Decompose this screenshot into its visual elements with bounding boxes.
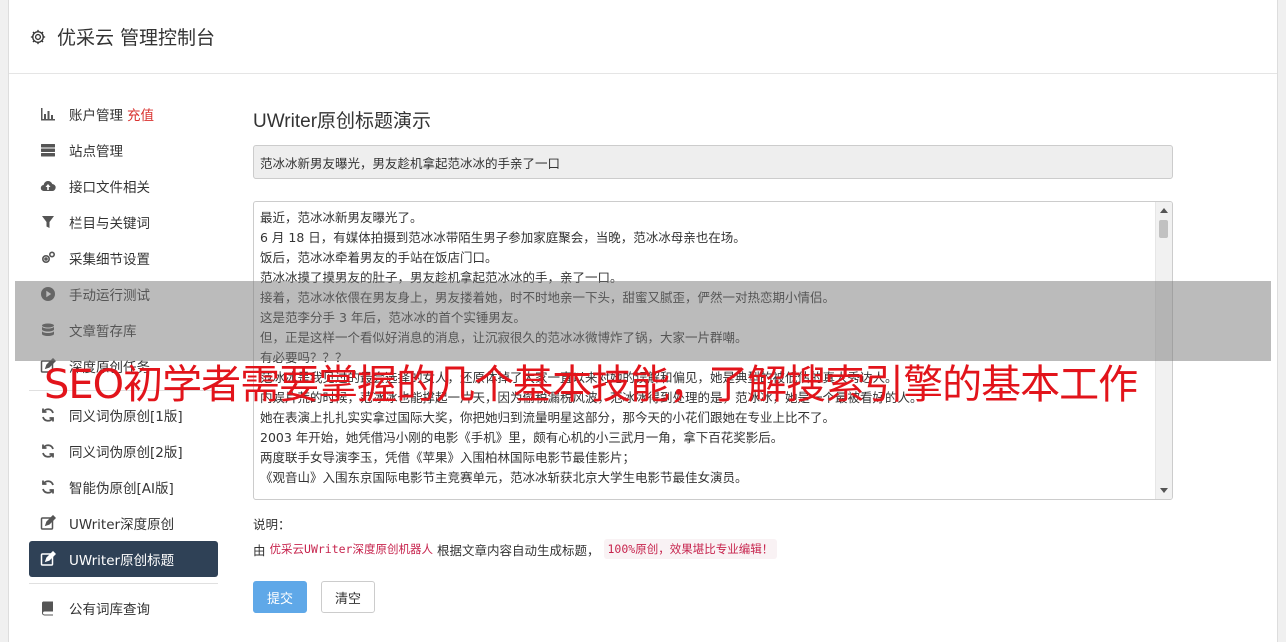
- cloud-upload-icon: [39, 177, 57, 195]
- sidebar-item-uwriter-deep[interactable]: UWriter深度原创: [29, 505, 218, 541]
- explain-text: 由 优采云UWriter深度原创机器人 根据文章内容自动生成标题， 100%原创…: [253, 539, 1173, 559]
- explain-prefix: 由: [253, 542, 266, 558]
- body-line: 《观音山》入围东京国际电影节主竞赛单元，范冰冰斩获北京大学生电影节最佳女演员。: [260, 470, 748, 485]
- header: 优采云 管理控制台: [9, 0, 1277, 74]
- sidebar-item-public-lexicon[interactable]: 公有词库查询: [29, 590, 218, 626]
- explain-label: 说明：: [253, 517, 291, 532]
- sidebar-item-label: 智能伪原创[AI版]: [69, 481, 174, 497]
- body-line: 她在表演上扎扎实实拿过国际大奖，你把她归到流量明星这部分，那今天的小花们跟她在专…: [260, 410, 836, 425]
- gear-icon: [30, 29, 46, 44]
- action-buttons: 提交 清空: [253, 581, 1173, 613]
- sidebar-item-collect-settings[interactable]: 采集细节设置: [29, 240, 218, 276]
- explain-mid: 根据文章内容自动生成标题，: [436, 542, 600, 558]
- bar-chart-icon: [39, 105, 57, 123]
- page-title: 优采云 管理控制台: [57, 27, 216, 49]
- sidebar-item-label: 栏目与关键词: [69, 216, 150, 232]
- sidebar-item-account[interactable]: 账户管理 充值: [29, 96, 218, 132]
- clear-button[interactable]: 清空: [321, 581, 375, 613]
- body-line: 2003 年开始，她凭借冯小刚的电影《手机》里，颇有心机的小三武月一角，拿下百花…: [260, 430, 784, 445]
- sidebar-item-interface-files[interactable]: 接口文件相关: [29, 168, 218, 204]
- scrollbar-thumb[interactable]: [1159, 220, 1168, 238]
- filter-icon: [39, 213, 57, 231]
- overlay-headline: SEO初学者需要掌握的几个基本技能，了解搜索引擎的基本工作: [44, 362, 1138, 408]
- explain-robot-name: 优采云UWriter深度原创机器人: [269, 542, 433, 556]
- sidebar-item-label: 账户管理: [69, 108, 123, 124]
- edit-icon: [39, 514, 57, 532]
- sidebar-item-label: 采集细节设置: [69, 252, 150, 268]
- sidebar-item-label: 同义词伪原创[2版]: [69, 445, 183, 461]
- sidebar-item-label: 接口文件相关: [69, 180, 150, 196]
- recharge-link[interactable]: 充值: [127, 104, 154, 124]
- body-line: 6 月 18 日，有媒体拍摄到范冰冰带陌生男子参加家庭聚会，当晚，范冰冰母亲也在…: [260, 230, 746, 245]
- body-line: 饭后，范冰冰牵着男友的手站在饭店门口。: [260, 250, 498, 265]
- refresh-icon: [39, 442, 57, 460]
- sidebar-item-label: 站点管理: [69, 144, 123, 160]
- title-output-field[interactable]: [253, 145, 1173, 179]
- refresh-icon: [39, 478, 57, 496]
- gears-icon: [39, 249, 57, 267]
- scroll-up-icon[interactable]: [1160, 208, 1168, 213]
- body-line: 最近，范冰冰新男友曝光了。: [260, 210, 423, 225]
- sidebar-item-label: UWriter原创标题: [69, 553, 175, 569]
- section-heading: UWriter原创标题演示: [253, 111, 432, 132]
- sidebar-divider: [29, 583, 218, 584]
- sidebar-item-columns-keywords[interactable]: 栏目与关键词: [29, 204, 218, 240]
- sidebar-item-label: 公有词库查询: [69, 602, 150, 618]
- explain-badge: 100%原创，效果堪比专业编辑！: [603, 539, 778, 559]
- sidebar-item-smart-ai[interactable]: 智能伪原创[AI版]: [29, 469, 218, 505]
- page: 优采云 管理控制台 账户管理 充值 站点管理 接口文件相关 栏目与关键词 采集细…: [0, 0, 1286, 642]
- sidebar-item-label: UWriter深度原创: [69, 517, 175, 533]
- submit-button[interactable]: 提交: [253, 581, 307, 613]
- scroll-down-icon[interactable]: [1160, 488, 1168, 493]
- overlay-banner: [15, 281, 1271, 361]
- body-line: 两度联手女导演李玉，凭借《苹果》入围柏林国际电影节最佳影片；: [260, 450, 636, 465]
- sidebar-item-synonym-v2[interactable]: 同义词伪原创[2版]: [29, 433, 218, 469]
- book-icon: [39, 599, 57, 617]
- edit-icon: [39, 550, 57, 568]
- sidebar-item-sites[interactable]: 站点管理: [29, 132, 218, 168]
- sidebar-item-uwriter-title[interactable]: UWriter原创标题: [29, 541, 218, 577]
- server-icon: [39, 141, 57, 159]
